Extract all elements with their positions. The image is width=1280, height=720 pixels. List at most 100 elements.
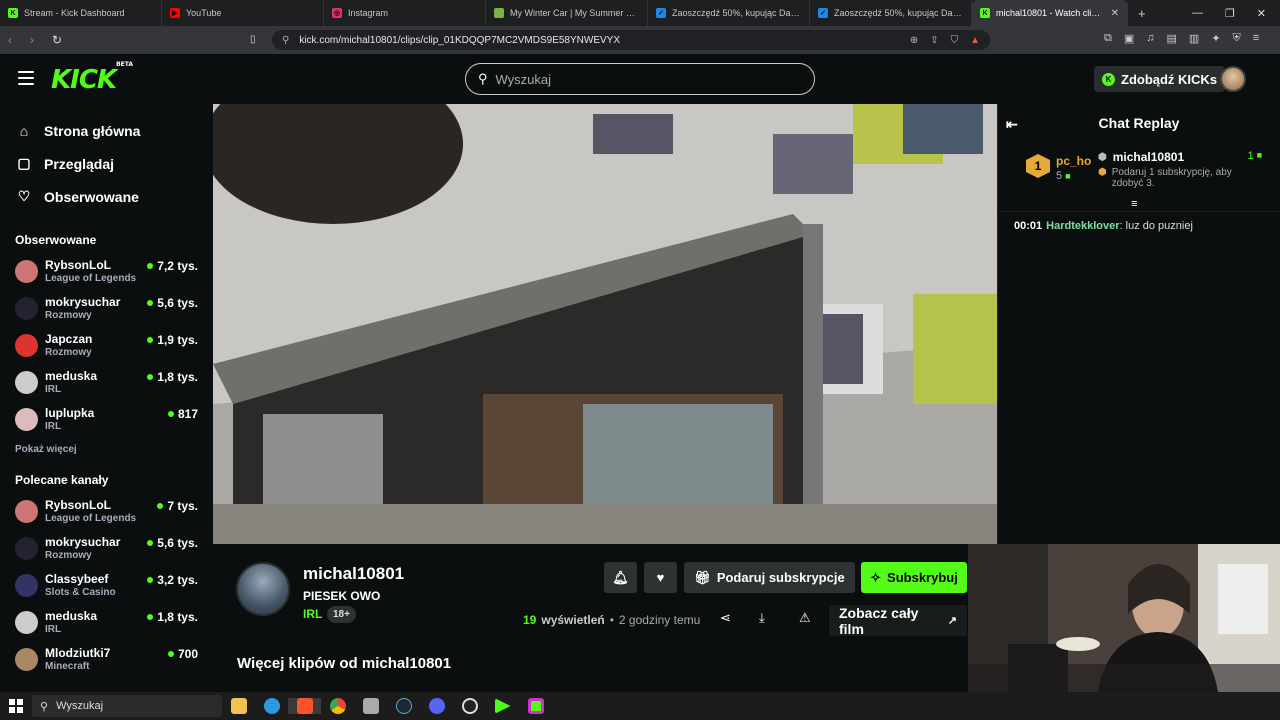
- search-input[interactable]: ⚲ Wyszukaj: [465, 63, 815, 95]
- nav-item[interactable]: ▢ Przeglądaj: [0, 147, 212, 180]
- channel-item[interactable]: meduska IRL 1,8 tys.: [0, 364, 212, 401]
- browser-tab[interactable]: ▶ YouTube: [162, 0, 324, 26]
- chat-message: 00:01 Hardtekklover: luz do puzniej: [1014, 220, 1193, 232]
- shield-icon[interactable]: ⛉: [951, 35, 959, 46]
- channel-avatar[interactable]: [236, 562, 290, 616]
- browser-tab[interactable]: My Winter Car | My Summer Car Wi…: [486, 0, 648, 26]
- clip-time: 2 godziny temu: [618, 613, 701, 627]
- gift-leaderboard: 1 pc_ho 5 ■ ⬢ michal10801 1 ■ ⬢ Podaruj …: [998, 142, 1280, 212]
- channel-name: mokrysuchar: [45, 295, 121, 309]
- extensions-icon[interactable]: ⧉: [1104, 32, 1112, 45]
- download-icon[interactable]: ⤓: [759, 610, 765, 626]
- goal-icon: ⬢: [1098, 167, 1107, 178]
- user-avatar[interactable]: [1220, 66, 1246, 92]
- taskbar-search[interactable]: ⚲ Wyszukaj: [32, 695, 222, 717]
- hamburger-menu-icon[interactable]: [18, 71, 34, 85]
- forward-icon[interactable]: ›: [30, 33, 52, 47]
- menu-icon[interactable]: ≡: [1253, 32, 1259, 45]
- clip-meta: 19 wyświetleń • 2 godziny temu: [523, 613, 700, 627]
- browser-tab[interactable]: Kmichal10801 - Watch clips o… ✕: [972, 0, 1128, 26]
- channel-item[interactable]: Mlodziutki7 Minecraft 700: [0, 641, 212, 678]
- channel-item[interactable]: luplupka IRL 817: [0, 401, 212, 438]
- watch-full-video-button[interactable]: Zobacz cały film ↗: [829, 605, 967, 637]
- subscribe-button[interactable]: ✧ Subskrybuj: [861, 562, 967, 593]
- file-explorer-icon[interactable]: [222, 698, 255, 714]
- nav-item[interactable]: ♡ Obserwowane: [0, 180, 212, 213]
- notification-bell-button[interactable]: 🔔︎: [604, 562, 637, 593]
- follow-heart-button[interactable]: ♥: [644, 562, 677, 593]
- live-dot-icon: [147, 614, 154, 620]
- live-dot-icon: [167, 651, 174, 657]
- gift-icon: 🎁︎: [694, 569, 711, 585]
- channel-category: Rozmowy: [45, 550, 92, 561]
- leo-icon[interactable]: ✦: [1211, 32, 1220, 45]
- zoom-icon[interactable]: ⊕: [910, 35, 918, 46]
- tab-favicon-icon: ▶: [170, 8, 180, 18]
- brave-icon[interactable]: [288, 698, 321, 714]
- site-info-icon[interactable]: ⚲: [282, 35, 289, 46]
- channel-item[interactable]: RybsonLoL League of Legends 7,2 tys.: [0, 253, 212, 290]
- nav-item[interactable]: ⌂ Strona główna: [0, 114, 212, 147]
- channel-item[interactable]: mokrysuchar Rozmowy 5,6 tys.: [0, 530, 212, 567]
- followed-section-title: Obserwowane: [15, 233, 97, 247]
- discord-icon[interactable]: [420, 698, 453, 714]
- windows-start-icon[interactable]: [0, 699, 32, 713]
- chat-title: Chat Replay: [1098, 115, 1180, 131]
- channel-item[interactable]: RybsonLoL League of Legends 7 tys.: [0, 493, 212, 530]
- browser-tab[interactable]: ◎ Instagram: [324, 0, 486, 26]
- chat-replay-panel: ⇤ Chat Replay 1 pc_ho 5 ■ ⬢ michal10801 …: [997, 104, 1280, 544]
- nav-item-label: Obserwowane: [44, 188, 139, 205]
- wallet-icon[interactable]: ▥: [1189, 32, 1199, 45]
- clip-title: PIESEK OWO: [303, 589, 381, 603]
- chrome-icon[interactable]: [321, 698, 354, 714]
- reload-icon[interactable]: ↻: [52, 33, 74, 47]
- bookmark-icon[interactable]: ▯: [250, 34, 256, 45]
- minimize-icon[interactable]: —: [1192, 7, 1203, 20]
- channel-avatar: [15, 334, 38, 357]
- gift-subs-button[interactable]: 🎁︎ Podaruj subskrypcje: [684, 562, 855, 593]
- share-clip-icon[interactable]: ⋖: [720, 610, 731, 626]
- sidebar-toggle-icon[interactable]: ▤: [1167, 32, 1177, 45]
- live-dot-icon: [147, 300, 154, 306]
- channel-avatar: [15, 500, 38, 523]
- kick-logo[interactable]: KICKBETA: [51, 61, 133, 95]
- maximize-icon[interactable]: ❐: [1225, 7, 1235, 20]
- browser-tab[interactable]: ✓ Zaoszczędź 50%, kupując Darts Up o…: [810, 0, 972, 26]
- close-tab-icon[interactable]: ✕: [1111, 8, 1119, 19]
- channel-item[interactable]: Classybeef Slots & Casino 3,2 tys.: [0, 567, 212, 604]
- channel-item[interactable]: Japczan Rozmowy 1,9 tys.: [0, 327, 212, 364]
- screenshot-icon[interactable]: ▣: [1124, 32, 1134, 45]
- video-player[interactable]: [213, 104, 997, 544]
- vpn-icon[interactable]: ⛨: [1233, 32, 1241, 45]
- category-link[interactable]: IRL: [303, 607, 322, 621]
- report-icon[interactable]: ⚠: [799, 610, 811, 626]
- tab-title: My Winter Car | My Summer Car Wi…: [510, 8, 639, 18]
- tab-favicon-icon: ◎: [332, 8, 342, 18]
- app-icon-9[interactable]: [486, 698, 519, 714]
- get-kicks-button[interactable]: K Zdobądź KICKs: [1094, 66, 1226, 92]
- kicks-icon: K: [1102, 72, 1115, 86]
- expand-leaderboard-icon[interactable]: ≡: [1131, 198, 1137, 210]
- channel-item[interactable]: meduska IRL 1,8 tys.: [0, 604, 212, 641]
- top-gifter-count: 5: [1056, 170, 1063, 182]
- collapse-chat-icon[interactable]: ⇤: [1006, 116, 1018, 133]
- browser-tab[interactable]: ✓ Zaoszczędź 50%, kupując Darts and…: [648, 0, 810, 26]
- edge-icon[interactable]: [255, 698, 288, 714]
- message-user[interactable]: Hardtekklover: [1046, 220, 1119, 232]
- steam-icon[interactable]: [387, 698, 420, 714]
- close-window-icon[interactable]: ✕: [1257, 7, 1266, 20]
- kick-studio-icon[interactable]: [519, 698, 552, 714]
- channel-name[interactable]: michal10801: [303, 564, 404, 584]
- back-icon[interactable]: ‹: [8, 33, 30, 47]
- rewards-icon[interactable]: ▲: [970, 35, 980, 46]
- browser-tab[interactable]: K Stream - Kick Dashboard: [0, 0, 162, 26]
- show-more-link[interactable]: Pokaż więcej: [0, 444, 212, 455]
- music-icon[interactable]: ♫: [1146, 32, 1154, 45]
- obs-icon[interactable]: [453, 698, 486, 714]
- channel-name: RybsonLoL: [45, 498, 111, 512]
- share-icon[interactable]: ⇪: [930, 35, 938, 46]
- new-tab-button[interactable]: +: [1128, 6, 1156, 21]
- app-icon-5[interactable]: [354, 698, 387, 714]
- channel-item[interactable]: mokrysuchar Rozmowy 5,6 tys.: [0, 290, 212, 327]
- url-field[interactable]: ⚲ kick.com/michal10801/clips/clip_01KDQQ…: [272, 30, 990, 50]
